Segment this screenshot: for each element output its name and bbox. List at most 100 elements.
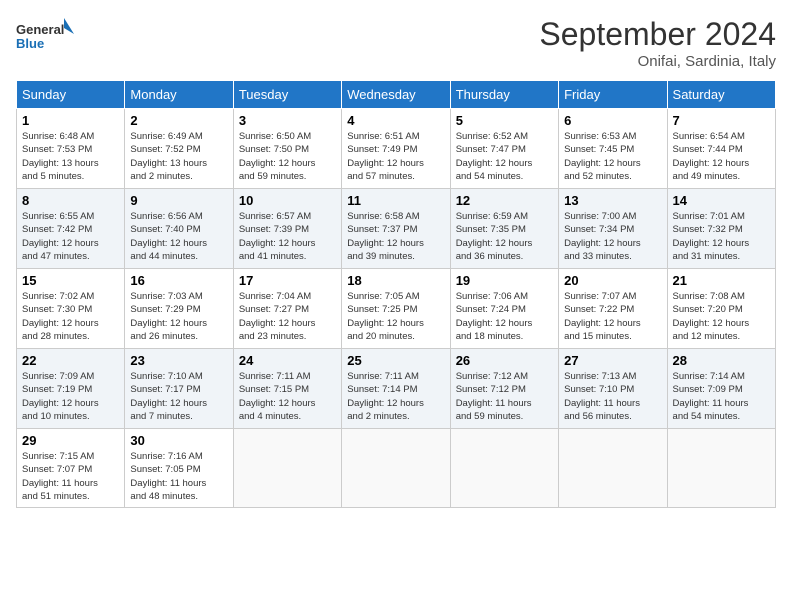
day-info: Sunrise: 7:08 AM Sunset: 7:20 PM Dayligh… xyxy=(673,290,770,343)
day-info: Sunrise: 7:03 AM Sunset: 7:29 PM Dayligh… xyxy=(130,290,227,343)
day-number: 20 xyxy=(564,273,661,288)
logo-icon: General Blue xyxy=(16,16,76,51)
day-info: Sunrise: 7:10 AM Sunset: 7:17 PM Dayligh… xyxy=(130,370,227,423)
svg-text:General: General xyxy=(16,22,64,37)
day-number: 11 xyxy=(347,193,444,208)
day-number: 30 xyxy=(130,433,227,448)
day-number: 8 xyxy=(22,193,119,208)
day-number: 28 xyxy=(673,353,770,368)
table-cell: 16 Sunrise: 7:03 AM Sunset: 7:29 PM Dayli… xyxy=(125,269,233,349)
col-saturday: Saturday xyxy=(667,81,775,109)
day-number: 26 xyxy=(456,353,553,368)
col-wednesday: Wednesday xyxy=(342,81,450,109)
table-cell: 18 Sunrise: 7:05 AM Sunset: 7:25 PM Dayli… xyxy=(342,269,450,349)
table-cell: 8 Sunrise: 6:55 AM Sunset: 7:42 PM Daylig… xyxy=(17,189,125,269)
day-number: 29 xyxy=(22,433,119,448)
day-info: Sunrise: 7:09 AM Sunset: 7:19 PM Dayligh… xyxy=(22,370,119,423)
day-info: Sunrise: 6:54 AM Sunset: 7:44 PM Dayligh… xyxy=(673,130,770,183)
table-cell: 21Sunrise: 7:08 AM Sunset: 7:20 PM Dayli… xyxy=(667,269,775,349)
day-number: 22 xyxy=(22,353,119,368)
table-cell: 13 Sunrise: 7:00 AM Sunset: 7:34 PM Dayli… xyxy=(559,189,667,269)
day-info: Sunrise: 7:05 AM Sunset: 7:25 PM Dayligh… xyxy=(347,290,444,343)
day-info: Sunrise: 7:07 AM Sunset: 7:22 PM Dayligh… xyxy=(564,290,661,343)
table-cell: 25 Sunrise: 7:11 AM Sunset: 7:14 PM Dayli… xyxy=(342,349,450,429)
day-info: Sunrise: 6:58 AM Sunset: 7:37 PM Dayligh… xyxy=(347,210,444,263)
logo: General Blue xyxy=(16,16,76,51)
table-cell: 20 Sunrise: 7:07 AM Sunset: 7:22 PM Dayli… xyxy=(559,269,667,349)
day-info: Sunrise: 7:11 AM Sunset: 7:15 PM Dayligh… xyxy=(239,370,336,423)
col-tuesday: Tuesday xyxy=(233,81,341,109)
table-cell: 14 Sunrise: 7:01 AM Sunset: 7:32 PM Dayli… xyxy=(667,189,775,269)
day-info: Sunrise: 7:13 AM Sunset: 7:10 PM Dayligh… xyxy=(564,370,661,423)
day-info: Sunrise: 6:57 AM Sunset: 7:39 PM Dayligh… xyxy=(239,210,336,263)
day-number: 3 xyxy=(239,113,336,128)
day-number: 23 xyxy=(130,353,227,368)
table-cell: 11 Sunrise: 6:58 AM Sunset: 7:37 PM Dayli… xyxy=(342,189,450,269)
day-number: 5 xyxy=(456,113,553,128)
day-info: Sunrise: 6:48 AM Sunset: 7:53 PM Dayligh… xyxy=(22,130,119,183)
day-info: Sunrise: 7:14 AM Sunset: 7:09 PM Dayligh… xyxy=(673,370,770,423)
month-title: September 2024 xyxy=(539,16,776,53)
location: Onifai, Sardinia, Italy xyxy=(539,53,776,70)
table-cell: 10Sunrise: 6:57 AM Sunset: 7:39 PM Dayli… xyxy=(233,189,341,269)
day-info: Sunrise: 6:55 AM Sunset: 7:42 PM Dayligh… xyxy=(22,210,119,263)
day-number: 27 xyxy=(564,353,661,368)
col-sunday: Sunday xyxy=(17,81,125,109)
day-info: Sunrise: 6:49 AM Sunset: 7:52 PM Dayligh… xyxy=(130,130,227,183)
day-number: 6 xyxy=(564,113,661,128)
col-friday: Friday xyxy=(559,81,667,109)
day-info: Sunrise: 7:16 AM Sunset: 7:05 PM Dayligh… xyxy=(130,450,227,503)
table-cell xyxy=(342,429,450,508)
day-info: Sunrise: 6:56 AM Sunset: 7:40 PM Dayligh… xyxy=(130,210,227,263)
day-number: 13 xyxy=(564,193,661,208)
day-number: 19 xyxy=(456,273,553,288)
day-info: Sunrise: 7:11 AM Sunset: 7:14 PM Dayligh… xyxy=(347,370,444,423)
col-thursday: Thursday xyxy=(450,81,558,109)
table-cell: 3Sunrise: 6:50 AM Sunset: 7:50 PM Daylig… xyxy=(233,109,341,189)
calendar-table: Sunday Monday Tuesday Wednesday Thursday… xyxy=(16,80,776,508)
table-cell: 1 Sunrise: 6:48 AM Sunset: 7:53 PM Daylig… xyxy=(17,109,125,189)
header-row: Sunday Monday Tuesday Wednesday Thursday… xyxy=(17,81,776,109)
table-cell xyxy=(450,429,558,508)
day-info: Sunrise: 6:52 AM Sunset: 7:47 PM Dayligh… xyxy=(456,130,553,183)
day-number: 14 xyxy=(673,193,770,208)
day-number: 24 xyxy=(239,353,336,368)
day-number: 9 xyxy=(130,193,227,208)
day-number: 1 xyxy=(22,113,119,128)
day-number: 12 xyxy=(456,193,553,208)
day-number: 25 xyxy=(347,353,444,368)
page-header: General Blue September 2024 Onifai, Sard… xyxy=(16,16,776,70)
day-number: 15 xyxy=(22,273,119,288)
table-cell: 7 Sunrise: 6:54 AM Sunset: 7:44 PM Daylig… xyxy=(667,109,775,189)
table-cell: 12 Sunrise: 6:59 AM Sunset: 7:35 PM Dayli… xyxy=(450,189,558,269)
table-cell: 24 Sunrise: 7:11 AM Sunset: 7:15 PM Dayli… xyxy=(233,349,341,429)
title-block: September 2024 Onifai, Sardinia, Italy xyxy=(539,16,776,70)
table-cell xyxy=(667,429,775,508)
table-cell: 23 Sunrise: 7:10 AM Sunset: 7:17 PM Dayli… xyxy=(125,349,233,429)
day-info: Sunrise: 7:06 AM Sunset: 7:24 PM Dayligh… xyxy=(456,290,553,343)
day-info: Sunrise: 7:04 AM Sunset: 7:27 PM Dayligh… xyxy=(239,290,336,343)
table-cell: 29Sunrise: 7:15 AM Sunset: 7:07 PM Dayli… xyxy=(17,429,125,508)
day-number: 7 xyxy=(673,113,770,128)
day-number: 17 xyxy=(239,273,336,288)
table-cell: 27 Sunrise: 7:13 AM Sunset: 7:10 PM Dayli… xyxy=(559,349,667,429)
day-info: Sunrise: 7:12 AM Sunset: 7:12 PM Dayligh… xyxy=(456,370,553,423)
day-number: 16 xyxy=(130,273,227,288)
table-cell: 5 Sunrise: 6:52 AM Sunset: 7:47 PM Daylig… xyxy=(450,109,558,189)
table-cell: 30 Sunrise: 7:16 AM Sunset: 7:05 PM Dayli… xyxy=(125,429,233,508)
table-cell xyxy=(559,429,667,508)
table-cell: 6 Sunrise: 6:53 AM Sunset: 7:45 PM Daylig… xyxy=(559,109,667,189)
day-info: Sunrise: 7:01 AM Sunset: 7:32 PM Dayligh… xyxy=(673,210,770,263)
day-info: Sunrise: 7:00 AM Sunset: 7:34 PM Dayligh… xyxy=(564,210,661,263)
day-number: 4 xyxy=(347,113,444,128)
day-info: Sunrise: 7:02 AM Sunset: 7:30 PM Dayligh… xyxy=(22,290,119,343)
table-cell: 17 Sunrise: 7:04 AM Sunset: 7:27 PM Dayli… xyxy=(233,269,341,349)
table-cell: 2Sunrise: 6:49 AM Sunset: 7:52 PM Daylig… xyxy=(125,109,233,189)
table-cell: 22 Sunrise: 7:09 AM Sunset: 7:19 PM Dayli… xyxy=(17,349,125,429)
day-info: Sunrise: 6:53 AM Sunset: 7:45 PM Dayligh… xyxy=(564,130,661,183)
table-cell: 4Sunrise: 6:51 AM Sunset: 7:49 PM Daylig… xyxy=(342,109,450,189)
day-info: Sunrise: 6:59 AM Sunset: 7:35 PM Dayligh… xyxy=(456,210,553,263)
col-monday: Monday xyxy=(125,81,233,109)
day-number: 18 xyxy=(347,273,444,288)
table-cell: 9 Sunrise: 6:56 AM Sunset: 7:40 PM Daylig… xyxy=(125,189,233,269)
